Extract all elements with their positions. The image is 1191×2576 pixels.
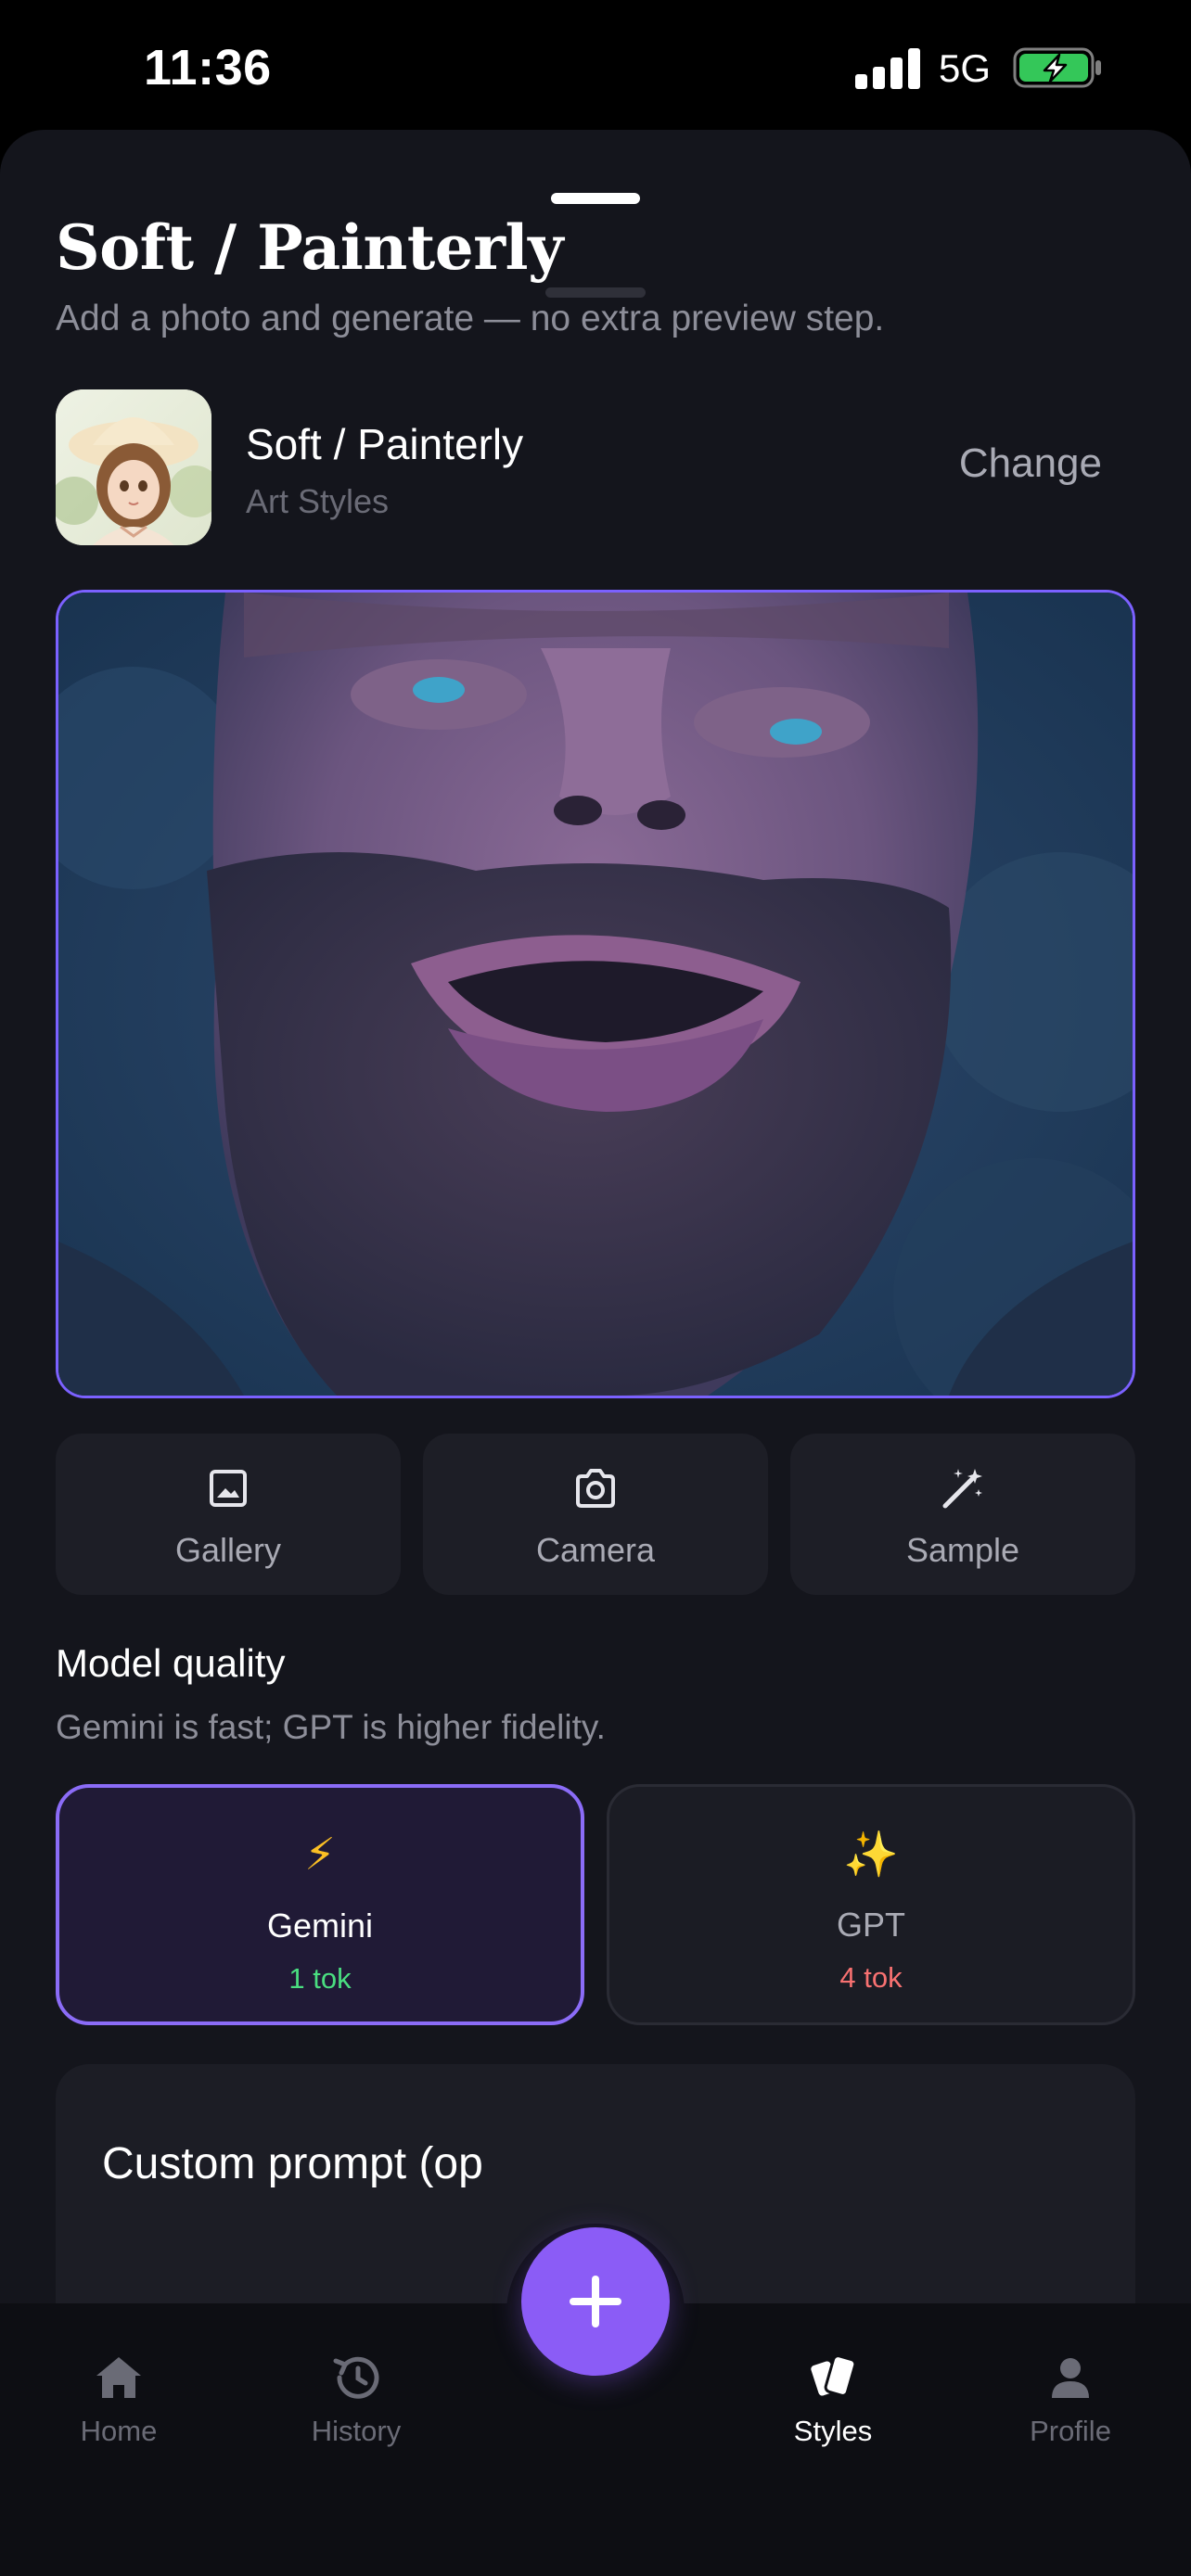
model-quality-title: Model quality [56, 1641, 286, 1685]
model-cost: 1 tok [288, 1962, 352, 1995]
cards-icon [811, 2354, 857, 2397]
tab-styles-label: Styles [793, 2415, 873, 2447]
tab-home-label: Home [80, 2415, 158, 2447]
tab-profile-label: Profile [1030, 2415, 1111, 2447]
selected-photo[interactable] [56, 590, 1135, 1398]
person-icon [1052, 2358, 1089, 2398]
create-fab-button[interactable] [521, 2227, 670, 2376]
lightning-icon: ⚡ [304, 1829, 336, 1881]
tab-history-label: History [311, 2415, 402, 2447]
selected-style-row: Soft / Painterly Art Styles Change [56, 389, 1135, 547]
model-name: Gemini [266, 1906, 374, 1945]
gallery-label: Gallery [174, 1531, 282, 1569]
tab-styles[interactable]: Styles [740, 2340, 926, 2470]
battery-charging-icon [1013, 47, 1101, 88]
camera-button[interactable]: Camera [423, 1434, 768, 1595]
magic-wand-icon [942, 1469, 982, 1509]
model-option-gemini[interactable]: ⚡ Gemini 1 tok [56, 1784, 584, 2025]
image-icon [210, 1470, 247, 1507]
status-bar: 11:36 5G [0, 0, 1191, 130]
photo-source-actions: Gallery Camera Sample [56, 1434, 1135, 1595]
home-icon [96, 2357, 141, 2398]
model-quality-subtitle: Gemini is fast; GPT is higher fidelity. [56, 1708, 606, 1746]
model-option-gpt[interactable]: ✨ GPT 4 tok [607, 1784, 1135, 2025]
tab-home[interactable]: Home [26, 2340, 211, 2470]
sample-button[interactable]: Sample [790, 1434, 1135, 1595]
page-title: Soft / Painterly [56, 211, 563, 284]
gallery-button[interactable]: Gallery [56, 1434, 401, 1595]
tab-history[interactable]: History [263, 2340, 449, 2470]
style-thumbnail [56, 389, 211, 545]
model-cost: 4 tok [839, 1961, 903, 1994]
custom-prompt-label: Custom prompt (op [102, 2139, 483, 2188]
page-subtitle: Add a photo and generate — no extra prev… [56, 299, 885, 338]
model-name: GPT [836, 1906, 905, 1944]
tab-profile[interactable]: Profile [978, 2340, 1163, 2470]
network-type: 5G [939, 46, 992, 90]
style-category: Art Styles [246, 482, 390, 520]
sample-label: Sample [905, 1531, 1020, 1569]
camera-icon [576, 1469, 615, 1508]
signal-icon [855, 46, 920, 89]
sheet-grabber[interactable] [551, 193, 640, 204]
camera-label: Camera [535, 1531, 656, 1569]
change-style-button[interactable]: Change [959, 440, 1102, 487]
sheet-grabber-secondary[interactable] [545, 287, 646, 298]
status-time: 11:36 [144, 40, 272, 96]
sparkles-icon: ✨ [843, 1829, 899, 1881]
style-name: Soft / Painterly [246, 420, 524, 468]
plus-icon-vertical [592, 2276, 599, 2327]
history-icon [333, 2356, 379, 2399]
